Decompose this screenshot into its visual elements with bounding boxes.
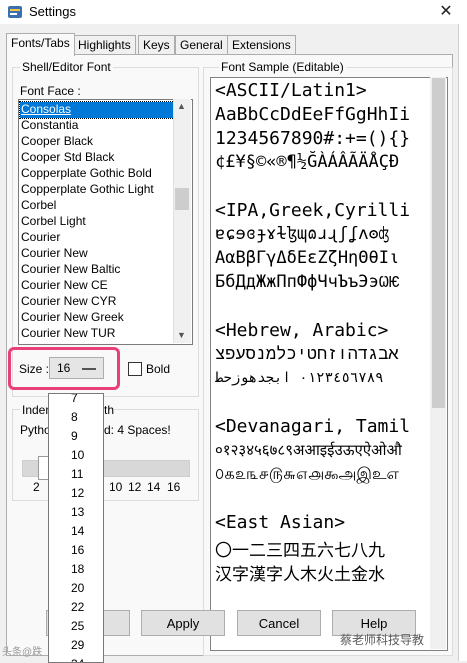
sample-line: ௦௧௨௩௪௫௬௭௮௯அஇஉஎ xyxy=(215,464,399,483)
size-option[interactable]: 10 xyxy=(71,446,101,465)
bold-label: Bold xyxy=(146,362,171,376)
watermark-text: 蔡老师科技导教 xyxy=(340,633,425,647)
sample-line: <Hebrew, Arabic> xyxy=(215,320,389,341)
sample-line: <Devanagari, Tamil xyxy=(215,416,411,437)
watermark-left-text: 头条@跌 xyxy=(2,647,43,658)
sample-line: ɐɕɘɞɟɤɫɮɰɷɹɻʃʆʌʘʤ xyxy=(215,224,389,244)
size-option[interactable]: 25 xyxy=(71,617,101,636)
font-item[interactable]: Courier xyxy=(20,230,60,246)
indent-group-title-end: th xyxy=(104,403,115,417)
size-option[interactable]: 20 xyxy=(71,579,101,598)
tab-fonts-tabs[interactable]: Fonts/Tabs xyxy=(6,33,75,56)
bold-checkbox[interactable] xyxy=(128,362,142,376)
font-list-scrollbar[interactable] xyxy=(173,99,191,343)
sample-line: AaBbCcDdEeFfGgHhIi xyxy=(215,104,411,125)
shell-font-group-title: Shell/Editor Font xyxy=(20,60,113,74)
size-option[interactable]: 22 xyxy=(71,598,101,617)
size-label: Size : xyxy=(19,362,50,376)
slider-tick-label: 14 xyxy=(147,480,161,494)
indent-description-end: d: 4 Spaces! xyxy=(104,423,171,437)
sample-line: ¢£¥§©«®¶½ĞÀÁÂÃÄÅÇÐ xyxy=(215,152,400,172)
font-list-scroll-thumb[interactable] xyxy=(175,188,189,210)
tab-extensions[interactable]: Extensions xyxy=(227,35,296,55)
close-button[interactable]: ✕ xyxy=(436,2,456,22)
size-option[interactable]: 11 xyxy=(71,465,101,484)
font-item[interactable]: Copperplate Gothic Light xyxy=(20,182,154,198)
size-option[interactable]: 7 xyxy=(71,394,101,408)
size-option[interactable]: 29 xyxy=(71,636,101,655)
apply-button[interactable]: Apply xyxy=(141,610,225,636)
indent-description-start: Pytho xyxy=(20,423,51,437)
font-item[interactable]: Corbel xyxy=(20,198,56,214)
tab-general[interactable]: General xyxy=(175,35,228,55)
font-face-listbox[interactable]: Consolas Constantia Cooper Black Cooper … xyxy=(18,99,193,345)
tab-keys[interactable]: Keys xyxy=(138,35,175,55)
slider-tick-label: 16 xyxy=(167,480,181,494)
sample-line: <IPA,Greek,Cyrilli xyxy=(215,200,411,221)
slider-tick-label: 10 xyxy=(109,480,123,494)
size-option[interactable]: 12 xyxy=(71,484,101,503)
font-face-label: Font Face : xyxy=(20,84,81,98)
font-item[interactable]: Courier New CYR xyxy=(20,294,116,310)
window-title: Settings xyxy=(29,4,76,19)
size-option[interactable]: 16 xyxy=(71,541,101,560)
font-item[interactable]: Courier New xyxy=(20,246,88,262)
sample-line: БбДдЖжПпФфЧчЪъЭэѠѤ xyxy=(215,272,400,292)
sample-line: 〇一二三四五六七八九 xyxy=(215,541,385,561)
slider-tick-label: 12 xyxy=(128,480,142,494)
settings-app-icon xyxy=(8,6,22,18)
sample-line: 汉字漢字人木火土金水 xyxy=(215,565,385,585)
scroll-up-arrow-icon[interactable]: ▲ xyxy=(177,101,186,111)
size-option[interactable]: 18 xyxy=(71,560,101,579)
scroll-down-arrow-icon[interactable]: ▼ xyxy=(177,330,186,340)
font-item[interactable]: Copperplate Gothic Bold xyxy=(20,166,152,182)
font-item[interactable]: Corbel Light xyxy=(20,214,86,230)
font-item[interactable]: Cooper Std Black xyxy=(20,150,114,166)
tab-highlights[interactable]: Highlights xyxy=(73,35,136,55)
font-item[interactable]: Courier New Greek xyxy=(20,310,124,326)
sample-line: ०१२३४५६७८९अआइईउऊएऐओऔ xyxy=(215,441,402,459)
background-window-edge xyxy=(458,24,467,661)
sample-line: <East Asian> xyxy=(215,512,346,533)
dropdown-indicator-icon xyxy=(82,368,96,370)
font-item[interactable]: Courier New CE xyxy=(20,278,108,294)
sample-line: ٠١٢٣٤٥٦٧٨٩ ابجدهوزحط xyxy=(215,370,384,386)
size-select-value: 16 xyxy=(57,361,71,375)
sample-line: ΑαΒβΓγΔδΕεΖζΗηΘθΙι xyxy=(215,248,400,268)
size-option[interactable]: 34 xyxy=(71,655,101,662)
sample-line: <ASCII/Latin1> xyxy=(215,80,367,101)
slider-tick-label: 2 xyxy=(33,480,40,494)
size-option[interactable]: 13 xyxy=(71,503,101,522)
size-select[interactable]: 16 xyxy=(49,357,104,379)
size-option[interactable]: 14 xyxy=(71,522,101,541)
font-sample-text[interactable]: <ASCII/Latin1> AaBbCcDdEeFfGgHhIi 123456… xyxy=(210,77,448,651)
font-item[interactable]: Courier New TUR xyxy=(20,326,115,342)
font-sample-title: Font Sample (Editable) xyxy=(219,60,346,74)
font-item[interactable]: Constantia xyxy=(20,118,78,134)
sample-scroll-thumb[interactable] xyxy=(432,78,445,408)
sample-line: 1234567890#:+=(){} xyxy=(215,128,411,149)
size-option[interactable]: 9 xyxy=(71,427,101,446)
size-option[interactable]: 8 xyxy=(71,408,101,427)
font-item-consolas[interactable]: Consolas xyxy=(19,101,175,119)
cancel-button[interactable]: Cancel xyxy=(237,610,321,636)
size-dropdown-list[interactable]: 7 8 9 10 11 12 13 14 16 18 20 22 25 29 3… xyxy=(48,393,104,663)
sample-line: אבגדהוזחטיכלמנסעפצ xyxy=(215,344,399,364)
font-item[interactable]: Courier New Baltic xyxy=(20,262,120,278)
font-item[interactable]: Cooper Black xyxy=(20,134,93,150)
